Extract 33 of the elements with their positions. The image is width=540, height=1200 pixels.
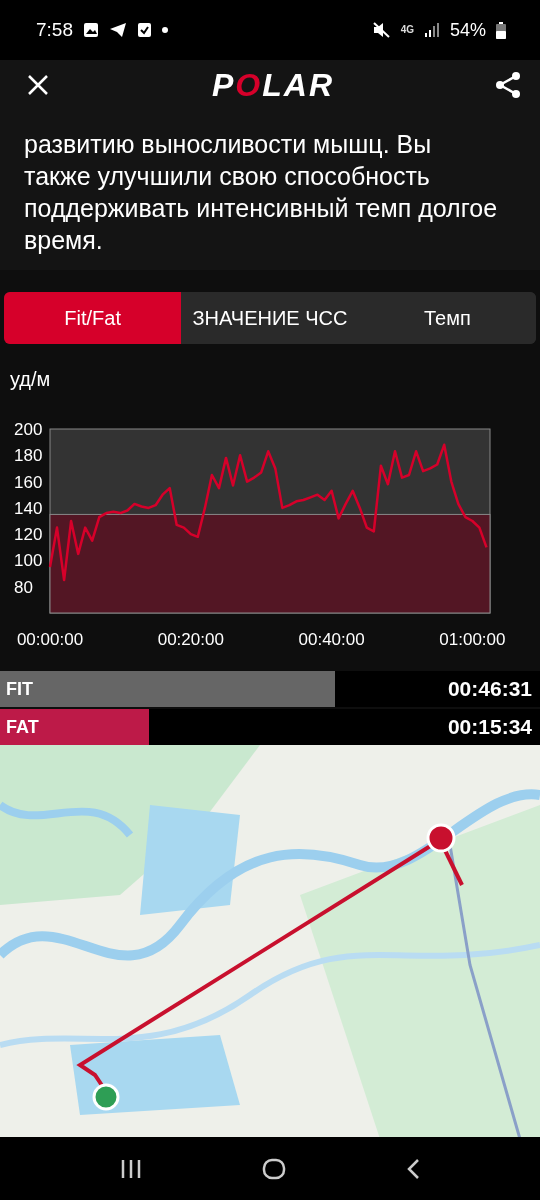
summary-text: развитию выносливости мышц. Вы также улучшили свою способность поддерживать интенсивный темп долгое время.: [0, 110, 540, 270]
y-tick-label: 160: [14, 472, 43, 492]
clock: 7:58: [36, 19, 73, 41]
image-icon: [83, 22, 99, 38]
zone-time: 00:46:31: [447, 677, 532, 701]
recent-apps-icon[interactable]: [120, 1158, 142, 1179]
paper-plane-icon: [109, 22, 127, 38]
y-tick-label: 200: [14, 420, 43, 439]
battery-icon: [496, 21, 506, 39]
x-tick-label: 00:00:00: [16, 630, 84, 649]
y-tick-label: 180: [14, 446, 43, 466]
checkbox-icon: [137, 22, 152, 38]
zone-label: FAT: [6, 716, 39, 738]
x-tick-label: 01:00:00: [439, 630, 506, 649]
y-tick-label: 120: [14, 525, 43, 545]
x-tick-label: 00:20:00: [157, 630, 224, 649]
back-icon[interactable]: [406, 1157, 420, 1180]
y-tick-label: 80: [14, 577, 33, 597]
y-tick-label: 140: [14, 498, 43, 518]
battery-percent: 54%: [449, 19, 486, 41]
zone-label: FIT: [6, 678, 33, 700]
x-tick-label: 00:40:00: [298, 630, 365, 649]
y-tick-label: 100: [14, 551, 43, 571]
network-type: 4G: [400, 25, 414, 35]
tab[interactable]: Fit/Fat: [4, 292, 182, 344]
share-button[interactable]: [494, 71, 522, 99]
mute-icon: [372, 22, 391, 38]
signal-icon: [423, 22, 440, 38]
dot-icon: [162, 27, 168, 33]
zone-time: 00:15:34: [447, 715, 532, 739]
axis-unit: уд/м: [10, 368, 52, 391]
brand-logo: POLAR: [212, 66, 334, 104]
home-icon[interactable]: [262, 1157, 286, 1180]
